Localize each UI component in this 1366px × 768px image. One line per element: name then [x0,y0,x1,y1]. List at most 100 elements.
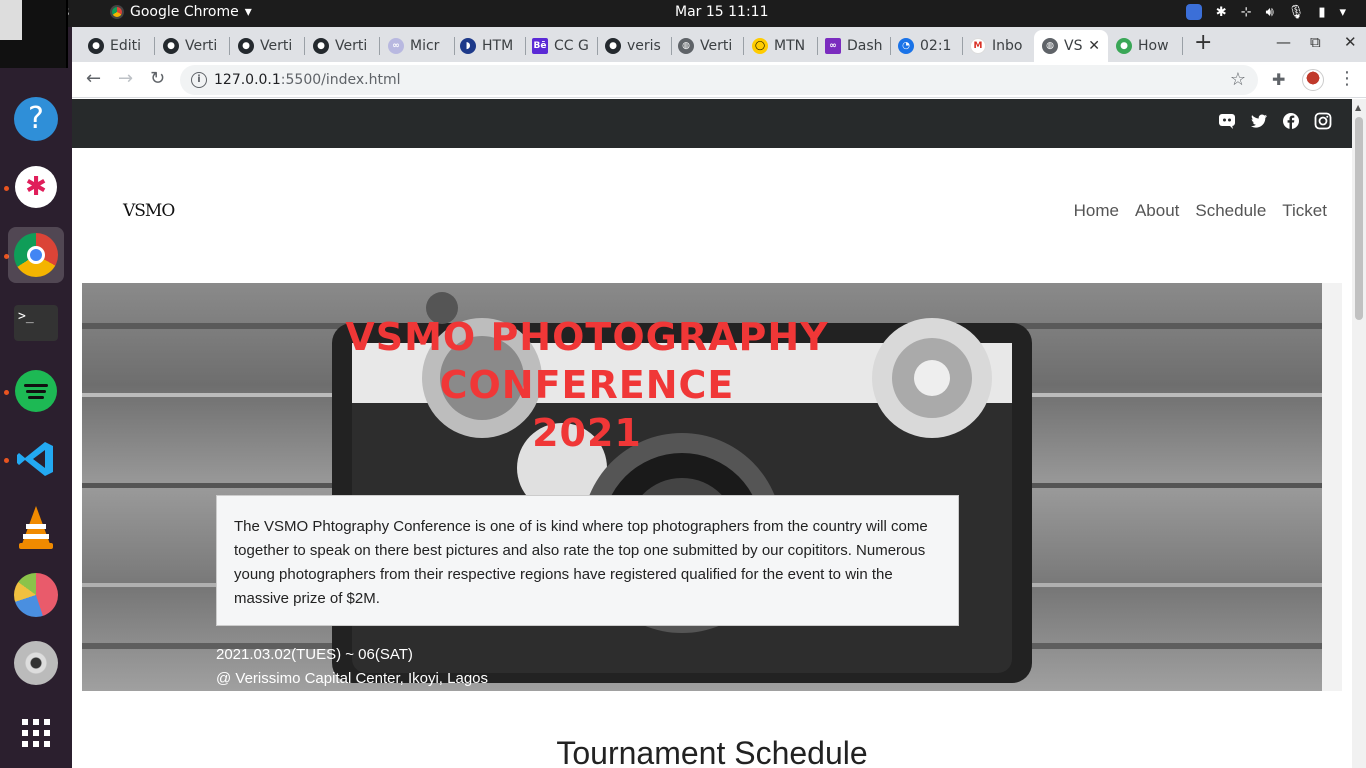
network-icon[interactable]: ⊹ [1241,5,1252,20]
twitter-icon[interactable] [1250,112,1268,130]
tab[interactable]: ◗ HTM [452,30,522,62]
tab[interactable]: M Inbo [962,30,1032,62]
bookmark-star-icon[interactable]: ☆ [1230,65,1246,95]
tab[interactable]: ∞ Dash [817,30,889,62]
github-icon: ● [313,38,329,54]
vlc-icon[interactable] [8,499,64,555]
chevron-down-icon: ▾ [244,4,252,20]
notification-icon[interactable] [1185,4,1202,20]
scrollbar-thumb[interactable] [1355,117,1363,320]
html-icon: ◗ [460,38,476,54]
tab[interactable]: ◯ MTN [744,30,814,62]
chevron-down-icon[interactable]: ▾ [1339,5,1346,20]
disk-usage-icon[interactable] [8,567,64,623]
dock: ? ✱ >_ [0,27,72,768]
nav-about[interactable]: About [1135,201,1179,221]
event-date: 2021.03.02(TUES) ~ 06(SAT) [216,646,413,663]
github-icon: ● [238,38,254,54]
how-icon: ● [1116,38,1132,54]
tab[interactable]: ◍ Verti [670,30,742,62]
github-icon: ● [163,38,179,54]
main-nav: Home About Schedule Ticket [1074,201,1327,221]
help-icon[interactable]: ? [8,91,64,147]
dash-icon: ∞ [825,38,841,54]
system-top-bar: s Google Chrome ▾ Mar 15 11:11 ✱ ⊹ 🔊︎ 🎙︎… [0,0,1366,27]
chrome-menu-icon[interactable]: ⋮ [1338,68,1356,89]
section-title: Tournament Schedule [556,735,868,768]
site-social-bar [72,99,1352,148]
info-icon[interactable]: i [191,72,207,88]
behance-icon: Bē [532,38,548,54]
browser-toolbar: ← → ↻ i 127.0.0.1:5500/index.html ☆ ✚ ⋮ [72,62,1366,98]
terminal-icon[interactable]: >_ [8,295,64,351]
instagram-icon[interactable] [1314,112,1332,130]
back-button[interactable]: ← [86,68,101,89]
close-window-button[interactable]: ✕ [1344,33,1357,51]
tab[interactable]: ◔ 02:1 [890,30,962,62]
gmail-icon: M [970,38,986,54]
hero-title: VSMO PHOTOGRAPHY CONFERENCE 2021 [312,313,862,457]
slack-tray-icon[interactable]: ✱ [1216,5,1227,20]
page-viewport: VSMO Home About Schedule Ticket VSMO PHO… [72,99,1352,768]
reload-button[interactable]: ↻ [150,68,165,89]
new-tab-button[interactable]: + [1194,30,1212,55]
battery-icon[interactable]: ▮ [1318,5,1325,20]
dvd-icon[interactable] [8,635,64,691]
tab[interactable]: ● Verti [230,30,300,62]
hero-description: The VSMO Phtography Conference is one of… [216,495,959,626]
chrome-icon[interactable] [8,227,64,283]
hero-title-line: CONFERENCE [439,363,735,407]
minimize-button[interactable]: — [1276,33,1291,51]
tab[interactable]: ● Verti [155,30,225,62]
github-icon: ● [88,38,104,54]
restore-button[interactable]: ⧉ [1310,33,1321,51]
tab[interactable]: ● How [1108,30,1180,62]
app-name: Google Chrome [130,4,239,20]
globe-icon: ◍ [678,38,694,54]
mtn-icon: ◯ [752,38,768,54]
tab[interactable]: ● Editi [80,30,150,62]
url-host: 127.0.0.1 [214,72,281,88]
profile-avatar[interactable] [1302,69,1324,91]
facebook-icon[interactable] [1282,112,1300,130]
spotify-icon[interactable] [8,363,64,419]
nav-ticket[interactable]: Ticket [1282,201,1327,221]
forward-button[interactable]: → [118,68,133,89]
clock-icon: ◔ [898,38,914,54]
nav-home[interactable]: Home [1074,201,1119,221]
system-tray[interactable]: ✱ ⊹ 🔊︎ 🎙︎ ▮ ▾ [1185,4,1346,20]
github-icon: ● [605,38,621,54]
extensions-puzzle-icon[interactable]: ✚ [1272,70,1285,89]
tab[interactable]: ● Verti [305,30,375,62]
tab-active[interactable]: ◍ VS ✕ [1034,30,1108,62]
event-venue: @ Verissimo Capital Center, Ikoyi, Lagos [216,670,489,687]
tab-strip: ● Editi ● Verti ● Verti ● Verti ∞ Micr ◗ HTM B… [72,27,1366,62]
hero-title-line: 2021 [532,411,642,455]
scroll-up-arrow-icon[interactable]: ▲ [1355,103,1361,112]
app-menu[interactable]: Google Chrome ▾ [110,4,252,20]
tab-separator [1182,37,1183,55]
volume-icon[interactable]: 🔊︎ [1266,5,1274,20]
nav-schedule[interactable]: Schedule [1195,201,1266,221]
slack-icon[interactable]: ✱ [8,159,64,215]
url-path: :5500/index.html [280,72,401,88]
app-grid-icon[interactable] [8,705,64,761]
address-bar[interactable]: i 127.0.0.1:5500/index.html ☆ [180,65,1258,95]
tab[interactable]: ● veris [597,30,669,62]
hero-title-line: VSMO PHOTOGRAPHY [345,315,829,359]
site-logo[interactable]: VSMO [123,201,175,221]
page-scrollbar[interactable]: ▲ [1352,99,1366,768]
chrome-icon [110,5,124,19]
discord-icon[interactable] [1218,112,1236,130]
tab[interactable]: Bē CC G [524,30,594,62]
tab[interactable]: ∞ Micr [380,30,450,62]
vscode-icon[interactable] [8,431,64,487]
hero-banner: VSMO PHOTOGRAPHY CONFERENCE 2021 The VSM… [82,283,1342,691]
event-details: 2021.03.02(TUES) ~ 06(SAT) @ Verissimo C… [216,643,488,691]
window-preview-thumbnail [0,0,68,68]
microphone-icon[interactable]: 🎙︎ [1288,5,1305,20]
micro-icon: ∞ [388,38,404,54]
close-icon[interactable]: ✕ [1088,38,1100,54]
globe-icon: ◍ [1042,38,1058,54]
clock[interactable]: Mar 15 11:11 [675,4,768,20]
